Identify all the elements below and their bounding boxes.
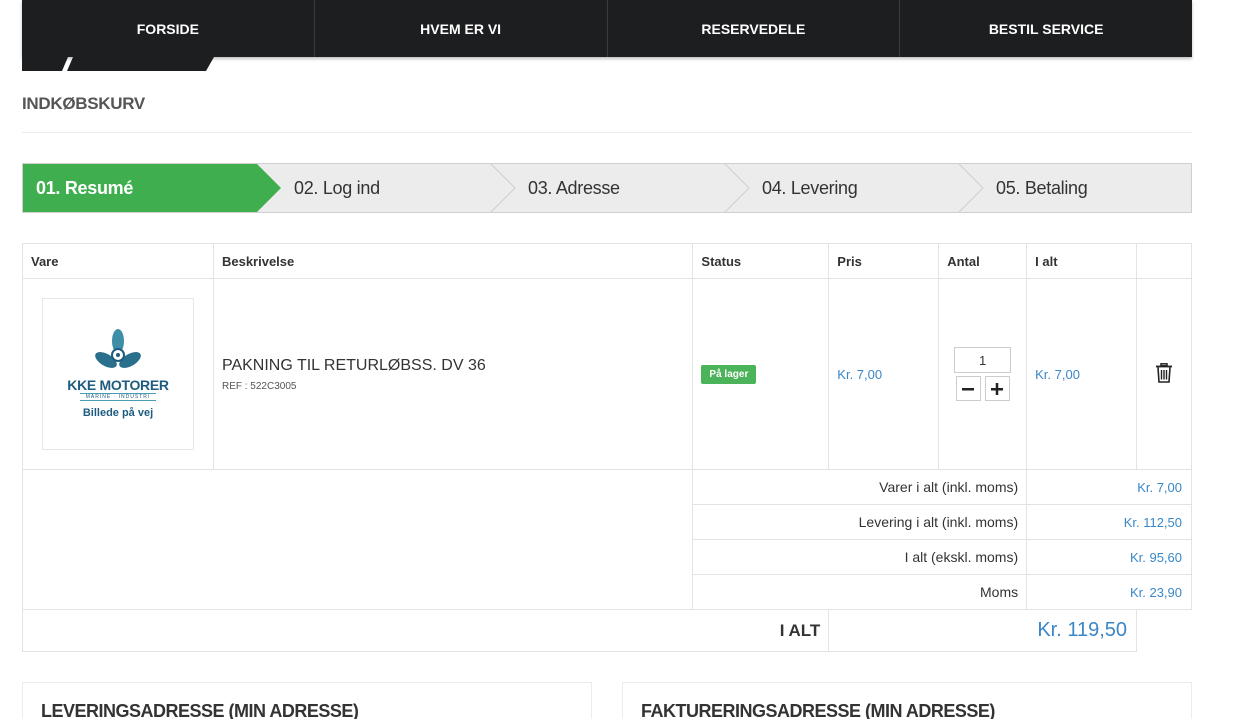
col-header-status: Status [692, 243, 830, 279]
plus-icon [991, 383, 1004, 395]
grand-total-row: I ALT Kr. 119,50 [21, 609, 1192, 652]
col-header-total: I alt [1026, 243, 1138, 279]
nav-decoration [22, 57, 214, 71]
summary-spacer [21, 469, 694, 610]
delivery-address-panel: LEVERINGSADRESSE (MIN ADRESSE) [22, 682, 592, 719]
summary-value: Kr. 112,50 [1026, 504, 1192, 540]
col-header-actions [1136, 243, 1192, 279]
summary-value: Kr. 7,00 [1026, 469, 1192, 505]
summary-value: Kr. 95,60 [1026, 539, 1192, 575]
step-resume[interactable]: 01. Resumé [36, 164, 133, 212]
col-header-description: Beskrivelse [212, 243, 694, 279]
summary-value: Kr. 23,90 [1026, 574, 1192, 610]
nav-item-bestil-service[interactable]: BESTIL SERVICE [900, 0, 1192, 57]
checkout-steps: 01. Resumé 02. Log ind 03. Adresse 04. L… [22, 163, 1192, 213]
col-header-item: Vare [22, 243, 214, 279]
summary-label: Levering i alt (inkl. moms) [692, 504, 1028, 540]
main-nav: FORSIDE HVEM ER VI RESERVEDELE BESTIL SE… [22, 0, 1192, 57]
product-image-cell: KKE MOTORER MARINE · INDUSTRI Billede på… [22, 278, 214, 470]
product-image[interactable]: KKE MOTORER MARINE · INDUSTRI Billede på… [42, 298, 194, 450]
col-header-price: Pris [828, 243, 940, 279]
logo-text: KKE MOTORER [67, 377, 169, 393]
summary-label: Varer i alt (inkl. moms) [692, 469, 1028, 505]
step-betaling[interactable]: 05. Betaling [996, 164, 1088, 212]
grand-total-value: Kr. 119,50 [828, 609, 1138, 652]
delivery-address-title: LEVERINGSADRESSE (MIN ADRESSE) [41, 701, 359, 719]
nav-item-hvem-er-vi[interactable]: HVEM ER VI [315, 0, 608, 57]
cart-header-row: Vare Beskrivelse Status Pris Antal I alt [22, 243, 1192, 279]
line-total: Kr. 7,00 [1026, 278, 1138, 470]
remove-cell [1136, 278, 1192, 470]
page-title: INDKØBSKURV [22, 94, 145, 113]
product-ref: REF : 522C3005 [221, 380, 297, 392]
increase-qty-button[interactable] [984, 376, 1010, 401]
quantity-input[interactable] [954, 347, 1012, 373]
nav-item-forside[interactable]: FORSIDE [22, 0, 315, 57]
nav-item-reservedele[interactable]: RESERVEDELE [608, 0, 901, 57]
decrease-qty-button[interactable] [955, 376, 981, 401]
summary-row: Varer i alt (inkl. moms) Kr. 7,00 [21, 469, 1192, 610]
unit-price: Kr. 7,00 [828, 278, 940, 470]
step-levering[interactable]: 04. Levering [762, 164, 858, 212]
summary-label: Moms [692, 574, 1028, 610]
status-cell: På lager [692, 278, 830, 470]
logo-subtext: MARINE · INDUSTRI [79, 393, 157, 401]
grand-total-empty [1137, 610, 1192, 652]
product-name[interactable]: PAKNING TIL RETURLØBSS. DV 36 [222, 357, 684, 375]
cart-table: Vare Beskrivelse Status Pris Antal I alt [21, 243, 1192, 652]
summary-label: I alt (ekskl. moms) [692, 539, 1028, 575]
trash-icon[interactable] [1155, 362, 1173, 383]
minus-icon [962, 388, 975, 391]
qty-cell [938, 278, 1028, 470]
grand-total-label: I ALT [21, 609, 830, 652]
billing-address-title: FAKTURERINGSADRESSE (MIN ADRESSE) [641, 701, 995, 719]
image-caption: Billede på vej [82, 407, 154, 419]
billing-address-panel: FAKTURERINGSADRESSE (MIN ADRESSE) [622, 682, 1192, 719]
status-badge: På lager [701, 364, 757, 384]
product-description-cell: PAKNING TIL RETURLØBSS. DV 36 REF : 522C… [212, 278, 694, 470]
step-log-ind[interactable]: 02. Log ind [294, 164, 380, 212]
step-adresse[interactable]: 03. Adresse [528, 164, 620, 212]
propeller-logo-icon [95, 329, 141, 368]
col-header-qty: Antal [938, 243, 1028, 279]
title-divider [22, 132, 1192, 133]
cart-item-row: KKE MOTORER MARINE · INDUSTRI Billede på… [22, 278, 1192, 470]
